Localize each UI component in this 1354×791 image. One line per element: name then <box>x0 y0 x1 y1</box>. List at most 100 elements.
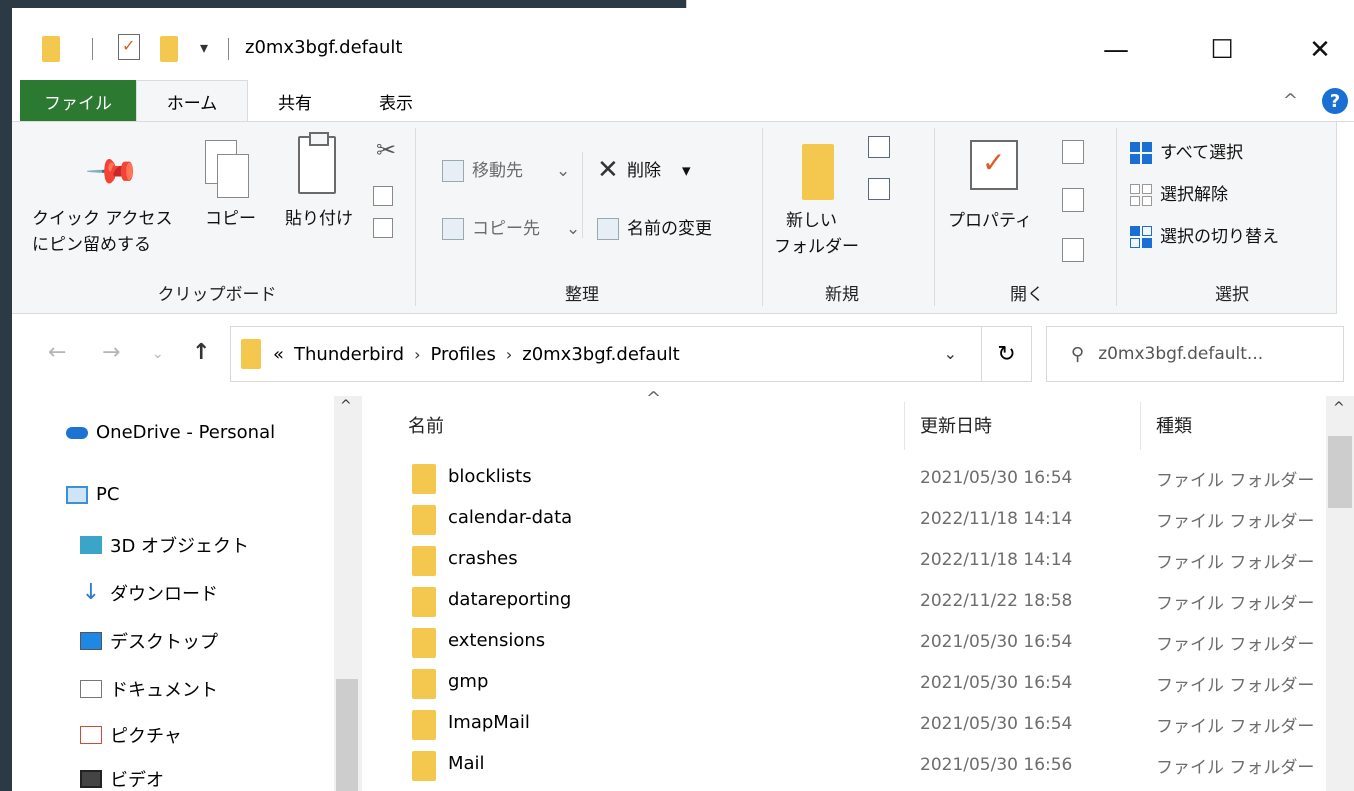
easy-access-icon[interactable] <box>868 178 890 200</box>
address-dropdown-icon[interactable]: ⌄ <box>944 344 957 363</box>
quick-access-dropdown-icon[interactable]: ▾ <box>200 38 208 57</box>
table-row[interactable]: gmp 2021/05/30 16:54 ファイル フォルダー <box>364 663 1324 703</box>
row-type: ファイル フォルダー <box>1156 512 1315 532</box>
divider <box>92 38 93 60</box>
invert-selection-button[interactable]: 選択の切り替え <box>1160 224 1279 250</box>
delete-icon: ✕ <box>597 155 619 185</box>
row-modified: 2021/05/30 16:54 <box>920 468 1073 488</box>
select-none-button[interactable]: 選択解除 <box>1160 182 1228 208</box>
nav-item-label: ドキュメント <box>110 680 218 701</box>
table-row[interactable]: crashes 2022/11/18 14:14 ファイル フォルダー <box>364 540 1324 580</box>
folder-icon <box>412 505 436 535</box>
tab-home[interactable]: ホーム <box>136 80 248 122</box>
nav-pane-scrollbar[interactable]: ^ <box>334 396 362 791</box>
table-row[interactable]: datareporting 2022/11/22 18:58 ファイル フォルダ… <box>364 581 1324 621</box>
close-button[interactable]: ✕ <box>1290 24 1350 76</box>
up-icon[interactable]: ↑ <box>192 340 210 365</box>
file-list-scrollbar[interactable]: ^ <box>1326 396 1354 791</box>
tab-file[interactable]: ファイル <box>20 80 136 122</box>
copy-to-button[interactable]: コピー先 <box>472 216 540 242</box>
recent-locations-icon[interactable]: ⌄ <box>152 346 164 362</box>
new-folder-button[interactable]: 新しい <box>786 208 837 234</box>
scrollbar-thumb[interactable] <box>336 679 358 791</box>
nav-item-onedrive[interactable]: OneDrive - Personal <box>66 422 275 443</box>
scroll-up-icon[interactable]: ^ <box>340 398 352 414</box>
refresh-button[interactable]: ↻ <box>982 326 1032 382</box>
copy-icon <box>205 140 249 200</box>
help-icon[interactable]: ? <box>1322 88 1348 114</box>
edit-icon[interactable] <box>1062 188 1084 212</box>
breadcrumb-thunderbird[interactable]: Thunderbird <box>294 344 404 365</box>
move-to-button[interactable]: 移動先 <box>472 158 523 184</box>
table-row[interactable]: calendar-data 2022/11/18 14:14 ファイル フォルダ… <box>364 499 1324 539</box>
copy-path-icon[interactable] <box>373 186 393 206</box>
maximize-button[interactable]: ☐ <box>1192 24 1252 76</box>
search-placeholder: z0mx3bgf.default... <box>1098 344 1264 364</box>
row-name: calendar-data <box>448 507 573 528</box>
invert-selection-icon <box>1130 226 1154 250</box>
breadcrumb-separator-icon[interactable]: › <box>414 345 420 364</box>
table-row[interactable]: blocklists 2021/05/30 16:54 ファイル フォルダー <box>364 458 1324 498</box>
cut-icon[interactable]: ✂ <box>376 136 396 164</box>
divider[interactable] <box>1140 402 1141 450</box>
scroll-up-icon[interactable]: ^ <box>1333 400 1345 416</box>
collapse-ribbon-icon[interactable]: ^ <box>1283 90 1298 111</box>
documents-icon <box>80 680 102 698</box>
open-icon[interactable] <box>1062 140 1084 164</box>
nav-item-desktop[interactable]: デスクトップ <box>80 628 218 654</box>
pin-quick-access-button[interactable]: クイック アクセス <box>32 206 173 232</box>
address-bar[interactable]: « Thunderbird › Profiles › z0mx3bgf.defa… <box>230 326 982 382</box>
navigation-bar: ← → ⌄ ↑ « Thunderbird › Profiles › z0mx3… <box>12 314 1354 396</box>
row-modified: 2022/11/18 14:14 <box>920 509 1073 529</box>
paste-button[interactable]: 貼り付け <box>285 206 353 232</box>
table-row[interactable]: extensions 2021/05/30 16:54 ファイル フォルダー <box>364 622 1324 662</box>
tab-view[interactable]: 表示 <box>366 80 426 122</box>
table-row[interactable]: ImapMail 2021/05/30 16:54 ファイル フォルダー <box>364 704 1324 744</box>
history-icon[interactable] <box>1062 238 1084 262</box>
divider <box>1116 128 1117 306</box>
ribbon: 📌 クイック アクセス にピン留めする コピー 貼り付け ✂ クリップボード 移… <box>12 121 1354 315</box>
breadcrumb-profiles[interactable]: Profiles <box>430 344 495 365</box>
table-row[interactable]: Mail 2021/05/30 16:56 ファイル フォルダー <box>364 745 1324 785</box>
divider <box>934 128 935 306</box>
new-item-icon[interactable] <box>868 136 890 158</box>
divider[interactable] <box>904 402 905 450</box>
open-group-label: 開く <box>1010 285 1044 305</box>
column-header-modified[interactable]: 更新日時 <box>920 412 992 438</box>
pin-quick-access-label[interactable]: にピン留めする <box>32 232 151 258</box>
nav-item-videos[interactable]: ビデオ <box>80 766 164 791</box>
back-icon[interactable]: ← <box>48 340 66 365</box>
select-group-label: 選択 <box>1215 285 1249 305</box>
organize-group-label: 整理 <box>565 285 599 305</box>
copy-button[interactable]: コピー <box>205 206 256 232</box>
forward-icon[interactable]: → <box>102 340 120 365</box>
nav-item-downloads[interactable]: ↓ ダウンロード <box>80 580 218 606</box>
videos-icon <box>80 770 102 788</box>
column-header-name[interactable]: 名前 <box>408 412 444 438</box>
tab-share[interactable]: 共有 <box>260 80 330 122</box>
rename-button[interactable]: 名前の変更 <box>627 216 712 242</box>
properties-button[interactable]: プロパティ <box>948 208 1032 234</box>
nav-item-pc[interactable]: PC <box>66 484 119 505</box>
column-header-type[interactable]: 種類 <box>1156 412 1192 438</box>
nav-item-pictures[interactable]: ピクチャ <box>80 722 182 748</box>
minimize-button[interactable]: — <box>1086 24 1146 76</box>
clipboard-group-label: クリップボード <box>157 285 277 305</box>
breadcrumb-separator-icon[interactable]: › <box>506 345 512 364</box>
scrollbar-thumb[interactable] <box>1328 436 1352 508</box>
folder-icon <box>412 464 436 494</box>
breadcrumb-overflow[interactable]: « <box>273 344 284 365</box>
paste-shortcut-icon[interactable] <box>373 218 393 238</box>
search-input[interactable]: ⚲ z0mx3bgf.default... <box>1046 326 1344 382</box>
new-folder-quick-icon[interactable] <box>160 36 178 62</box>
delete-button[interactable]: 削除 <box>627 158 661 184</box>
row-type: ファイル フォルダー <box>1156 594 1315 614</box>
select-all-button[interactable]: すべて選択 <box>1160 140 1243 166</box>
nav-item-3d-objects[interactable]: 3D オブジェクト <box>80 532 249 558</box>
navigation-pane: OneDrive - Personal PC 3D オブジェクト ↓ ダウンロー… <box>12 396 364 791</box>
nav-item-documents[interactable]: ドキュメント <box>80 676 218 702</box>
breadcrumb-current[interactable]: z0mx3bgf.default <box>522 344 679 365</box>
properties-quick-icon[interactable] <box>118 34 140 60</box>
chevron-down-icon: ⌄ <box>566 219 581 239</box>
new-folder-label[interactable]: フォルダー <box>774 234 859 260</box>
